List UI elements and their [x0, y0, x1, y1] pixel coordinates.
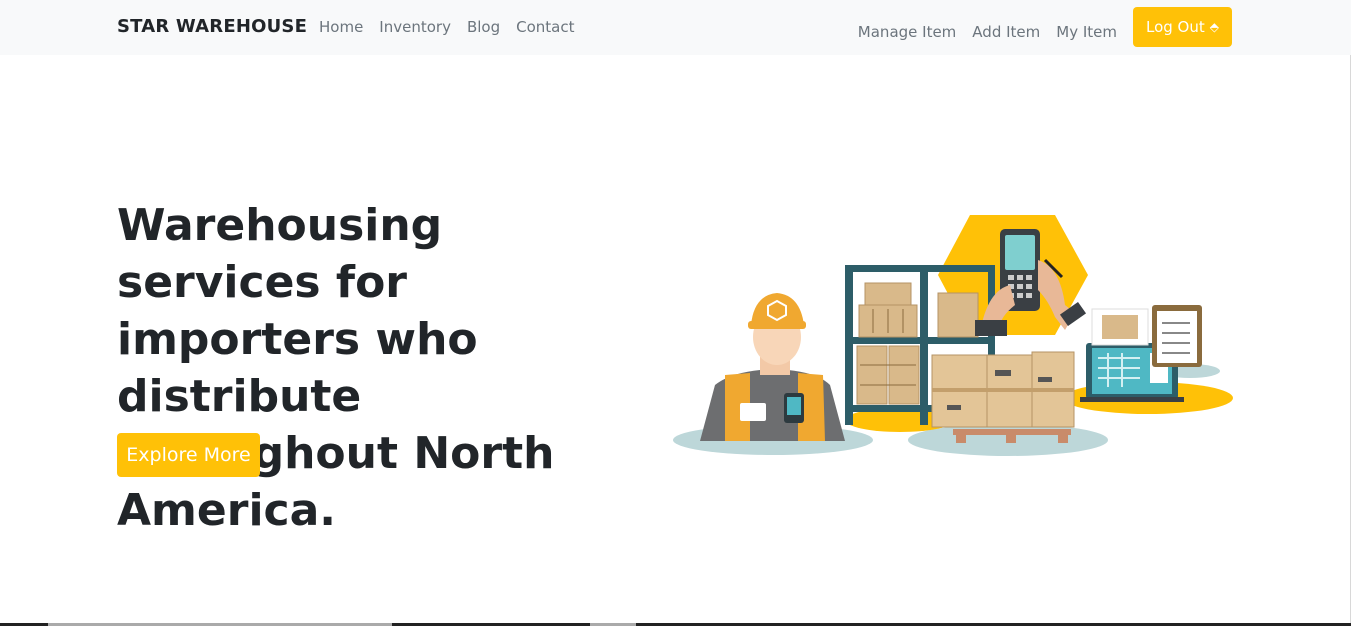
- logout-label: Log Out: [1146, 18, 1205, 36]
- nav-link-manage-item[interactable]: Manage Item: [850, 22, 965, 42]
- brand-logo[interactable]: STAR WAREHOUSE: [117, 16, 307, 37]
- logout-button[interactable]: Log Out ⬘: [1133, 7, 1232, 47]
- nav-link-home[interactable]: Home: [311, 17, 371, 37]
- nav-link-blog[interactable]: Blog: [459, 17, 508, 37]
- sign-out-icon: ⬘: [1209, 20, 1219, 34]
- hero-title: Warehousing services for importers who d…: [117, 200, 555, 536]
- nav-link-contact[interactable]: Contact: [508, 17, 582, 37]
- explore-more-button[interactable]: Explore More: [117, 433, 260, 477]
- nav-link-my-item[interactable]: My Item: [1048, 22, 1125, 42]
- nav-link-inventory[interactable]: Inventory: [371, 17, 459, 37]
- nav-link-add-item[interactable]: Add Item: [964, 22, 1048, 42]
- nav-account: Manage Item Add Item My Item Log Out ⬘: [850, 7, 1232, 47]
- nav-primary: Home Inventory Blog Contact: [311, 17, 582, 37]
- navbar: STAR WAREHOUSE Home Inventory Blog Conta…: [0, 0, 1351, 55]
- warehouse-worker-illustration: [673, 215, 1233, 456]
